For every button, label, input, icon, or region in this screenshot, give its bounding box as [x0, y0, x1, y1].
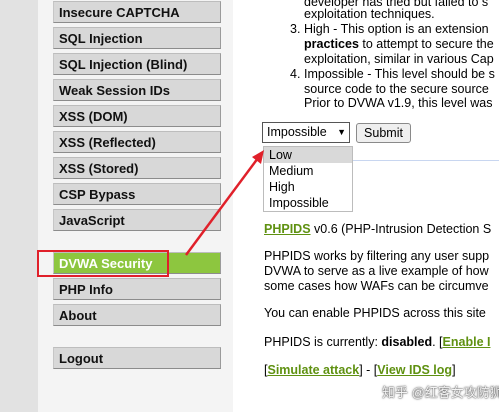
level-high-description: High - This option is an extension — [304, 22, 489, 36]
sidebar-item-sql-injection-blind[interactable]: SQL Injection (Blind) — [53, 53, 221, 75]
security-level-select[interactable]: Impossible ▼ — [262, 122, 350, 143]
level-high-description: exploitation, similar in various Cap — [304, 52, 494, 66]
submit-button[interactable]: Submit — [356, 123, 411, 143]
sidebar-item-sql-injection[interactable]: SQL Injection — [53, 27, 221, 49]
sidebar-item-xss-dom[interactable]: XSS (DOM) — [53, 105, 221, 127]
level-impossible-description: Impossible - This level should be s — [304, 67, 495, 81]
level-text-line: exploitation techniques. — [304, 7, 435, 21]
level-high-description: practices to attempt to secure the — [304, 37, 494, 51]
selected-level-value: Impossible — [267, 125, 327, 139]
left-margin — [0, 0, 38, 412]
option-medium[interactable]: Medium — [264, 163, 352, 179]
list-number: 4. — [290, 67, 301, 81]
sidebar-item-xss-stored[interactable]: XSS (Stored) — [53, 157, 221, 179]
bracket: ] — [452, 363, 456, 377]
sidebar-item-about[interactable]: About — [53, 304, 221, 326]
sidebar-item-javascript[interactable]: JavaScript — [53, 209, 221, 231]
status-value: disabled — [381, 335, 433, 349]
enable-phpids-link[interactable]: Enable I — [443, 335, 491, 349]
level-text-line: to attempt to secure the — [358, 37, 494, 51]
phpids-description: DVWA to serve as a live example of how — [264, 264, 489, 278]
level-impossible-description: Prior to DVWA v1.9, this level was — [304, 96, 493, 110]
status-prefix: PHPIDS is currently: — [264, 335, 382, 349]
phpids-link[interactable]: PHPIDS — [264, 222, 311, 236]
status-suffix: . [ — [432, 335, 443, 349]
view-ids-log-link[interactable]: View IDS log — [377, 363, 452, 377]
phpids-status: PHPIDS is currently: disabled. [Enable I — [264, 335, 490, 349]
chevron-down-icon: ▼ — [337, 127, 346, 137]
watermark: 知乎 @红客女攻防狮 — [382, 385, 499, 400]
option-low[interactable]: Low — [264, 147, 352, 163]
option-high[interactable]: High — [264, 179, 352, 195]
simulate-attack-link[interactable]: Simulate attack — [267, 363, 359, 377]
list-number: 3. — [290, 22, 301, 36]
separator: ] - [ — [359, 363, 378, 377]
sidebar-menu: Insecure CAPTCHA SQL Injection SQL Injec… — [53, 0, 223, 412]
best-practices-bold: practices — [304, 37, 359, 51]
phpids-description: PHPIDS works by filtering any user supp — [264, 249, 490, 263]
option-impossible[interactable]: Impossible — [264, 195, 352, 211]
sidebar-item-logout[interactable]: Logout — [53, 347, 221, 369]
sidebar-item-php-info[interactable]: PHP Info — [53, 278, 221, 300]
sidebar-item-weak-session-ids[interactable]: Weak Session IDs — [53, 79, 221, 101]
sidebar-item-xss-reflected[interactable]: XSS (Reflected) — [53, 131, 221, 153]
phpids-description: some cases how WAFs can be circumve — [264, 279, 489, 293]
phpids-actions: [Simulate attack] - [View IDS log] — [264, 363, 456, 377]
sidebar-item-insecure-captcha[interactable]: Insecure CAPTCHA — [53, 1, 221, 23]
phpids-title: PHPIDS v0.6 (PHP-Intrusion Detection S — [264, 222, 491, 236]
annotation-highlight-box — [37, 250, 169, 277]
level-impossible-description: source code to the secure source — [304, 82, 489, 96]
sidebar-item-csp-bypass[interactable]: CSP Bypass — [53, 183, 221, 205]
phpids-title-text: v0.6 (PHP-Intrusion Detection S — [310, 222, 492, 236]
main-content: developer has tried but failed to s expl… — [233, 0, 499, 412]
phpids-enable-info: You can enable PHPIDS across this site — [264, 306, 486, 320]
security-level-dropdown: Low Medium High Impossible — [263, 146, 353, 212]
